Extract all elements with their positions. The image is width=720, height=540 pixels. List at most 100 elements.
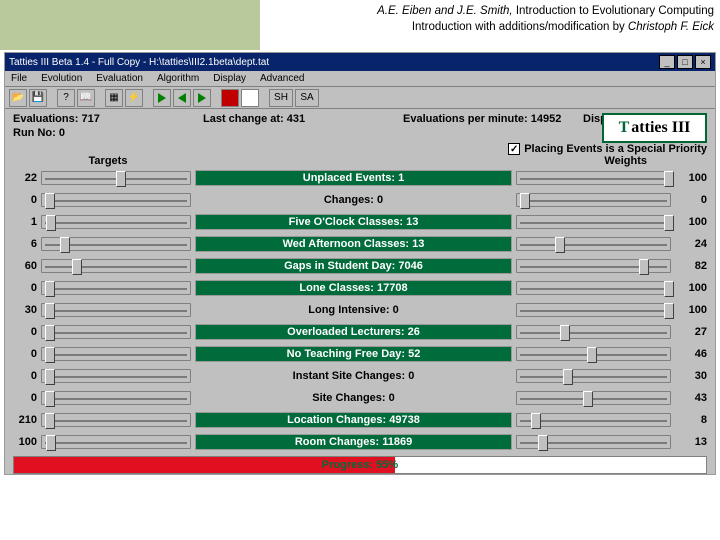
target-slider[interactable] — [41, 347, 191, 361]
subtitle-prefix: Introduction with additions/modification… — [412, 21, 628, 33]
weight-value: 24 — [671, 238, 707, 250]
weight-slider[interactable] — [516, 391, 671, 405]
window-title: Tatties III Beta 1.4 - Full Copy - H:\ta… — [9, 57, 269, 68]
target-value: 210 — [13, 414, 41, 426]
maximize-button[interactable]: □ — [677, 55, 693, 69]
pause-white-button[interactable] — [241, 89, 259, 107]
criterion-label: Changes: 0 — [191, 194, 516, 206]
target-slider[interactable] — [41, 259, 191, 273]
weight-slider[interactable] — [516, 435, 671, 449]
target-slider[interactable] — [41, 171, 191, 185]
criterion-row: 210Location Changes: 497388 — [13, 409, 707, 431]
authors: A.E. Eiben and J.E. Smith, — [377, 5, 516, 17]
target-slider[interactable] — [41, 303, 191, 317]
target-slider[interactable] — [41, 237, 191, 251]
criterion-label: Wed Afternoon Classes: 13 — [195, 236, 512, 252]
sh-button[interactable]: SH — [269, 89, 293, 107]
slide-accent-block — [0, 0, 260, 50]
weight-slider[interactable] — [516, 281, 671, 295]
tool-plan-icon[interactable]: ▦ — [105, 89, 123, 107]
criterion-row: 0Lone Classes: 17708100 — [13, 277, 707, 299]
toolbar: 📂 💾 ? 📖 ▦ ⚡ SH SA — [5, 87, 715, 109]
criterion-label: Location Changes: 49738 — [195, 412, 512, 428]
stop-red-button[interactable] — [221, 89, 239, 107]
criterion-row: 100Room Changes: 1186913 — [13, 431, 707, 453]
menu-advanced[interactable]: Advanced — [260, 73, 304, 84]
criterion-row: 22Unplaced Events: 1100 — [13, 167, 707, 189]
target-value: 0 — [13, 392, 41, 404]
target-slider[interactable] — [41, 325, 191, 339]
target-slider[interactable] — [41, 215, 191, 229]
weight-value: 82 — [671, 260, 707, 272]
target-slider[interactable] — [41, 281, 191, 295]
weight-slider[interactable] — [516, 237, 671, 251]
app-window: Tatties III Beta 1.4 - Full Copy - H:\ta… — [4, 52, 716, 475]
weight-value: 100 — [671, 216, 707, 228]
evaluations-value: 717 — [81, 113, 99, 125]
target-value: 60 — [13, 260, 41, 272]
target-value: 100 — [13, 436, 41, 448]
criterion-row: 0Instant Site Changes: 030 — [13, 365, 707, 387]
criterion-label: Five O'Clock Classes: 13 — [195, 214, 512, 230]
target-slider[interactable] — [41, 391, 191, 405]
close-button[interactable]: × — [695, 55, 711, 69]
tool-open-icon[interactable]: 📂 — [9, 89, 27, 107]
title-bar[interactable]: Tatties III Beta 1.4 - Full Copy - H:\ta… — [5, 53, 715, 71]
slide-header: A.E. Eiben and J.E. Smith, Introduction … — [260, 0, 720, 50]
play-green-button[interactable] — [153, 89, 171, 107]
weight-slider[interactable] — [516, 171, 671, 185]
weight-slider[interactable] — [516, 215, 671, 229]
criterion-label: Unplaced Events: 1 — [195, 170, 512, 186]
weight-value: 46 — [671, 348, 707, 360]
tool-save-icon[interactable]: 💾 — [29, 89, 47, 107]
sa-button[interactable]: SA — [295, 89, 319, 107]
weight-slider[interactable] — [516, 259, 671, 273]
tool-bolt-icon[interactable]: ⚡ — [125, 89, 143, 107]
menu-evolution[interactable]: Evolution — [41, 73, 82, 84]
weight-slider[interactable] — [516, 369, 671, 383]
target-slider[interactable] — [41, 369, 191, 383]
weights-header: Weights — [203, 155, 707, 167]
page-number: 20 — [8, 500, 41, 534]
menu-algorithm[interactable]: Algorithm — [157, 73, 199, 84]
target-value: 0 — [13, 326, 41, 338]
criterion-label: Site Changes: 0 — [191, 392, 516, 404]
criterion-label: Instant Site Changes: 0 — [191, 370, 516, 382]
weight-value: 100 — [671, 304, 707, 316]
special-priority-checkbox[interactable]: ✓ — [508, 143, 520, 155]
app-logo: TTatties IIIatties III — [602, 113, 707, 143]
prev-green-button[interactable] — [173, 89, 191, 107]
epm-value: 14952 — [531, 113, 562, 125]
tool-book-icon[interactable]: 📖 — [77, 89, 95, 107]
weight-slider[interactable] — [516, 325, 671, 339]
criterion-row: 6 Wed Afternoon Classes: 13 24 — [13, 233, 707, 255]
criterion-row: 0Overloaded Lecturers: 2627 — [13, 321, 707, 343]
tool-help-icon[interactable]: ? — [57, 89, 75, 107]
criterion-row: 0Site Changes: 043 — [13, 387, 707, 409]
menu-display[interactable]: Display — [213, 73, 246, 84]
target-slider[interactable] — [41, 193, 191, 207]
target-value: 22 — [13, 172, 41, 184]
criterion-label: No Teaching Free Day: 52 — [195, 346, 512, 362]
weight-value: 30 — [671, 370, 707, 382]
weight-slider[interactable] — [516, 193, 671, 207]
run-label: Run No: — [13, 127, 56, 139]
weight-slider[interactable] — [516, 303, 671, 317]
menu-bar: File Evolution Evaluation Algorithm Disp… — [5, 71, 715, 87]
minimize-button[interactable]: _ — [659, 55, 675, 69]
criterion-label: Long Intensive: 0 — [191, 304, 516, 316]
weight-value: 100 — [671, 282, 707, 294]
target-value: 0 — [13, 348, 41, 360]
menu-evaluation[interactable]: Evaluation — [96, 73, 143, 84]
progress-bar: Progress: 55% — [13, 456, 707, 474]
target-value: 1 — [13, 216, 41, 228]
menu-file[interactable]: File — [11, 73, 27, 84]
book-title: Introduction to Evolutionary Computing — [516, 5, 714, 17]
next-green-button[interactable] — [193, 89, 211, 107]
target-slider[interactable] — [41, 413, 191, 427]
weight-slider[interactable] — [516, 347, 671, 361]
weight-slider[interactable] — [516, 413, 671, 427]
target-value: 6 — [13, 238, 41, 250]
last-change-value: 431 — [287, 113, 305, 125]
target-slider[interactable] — [41, 435, 191, 449]
